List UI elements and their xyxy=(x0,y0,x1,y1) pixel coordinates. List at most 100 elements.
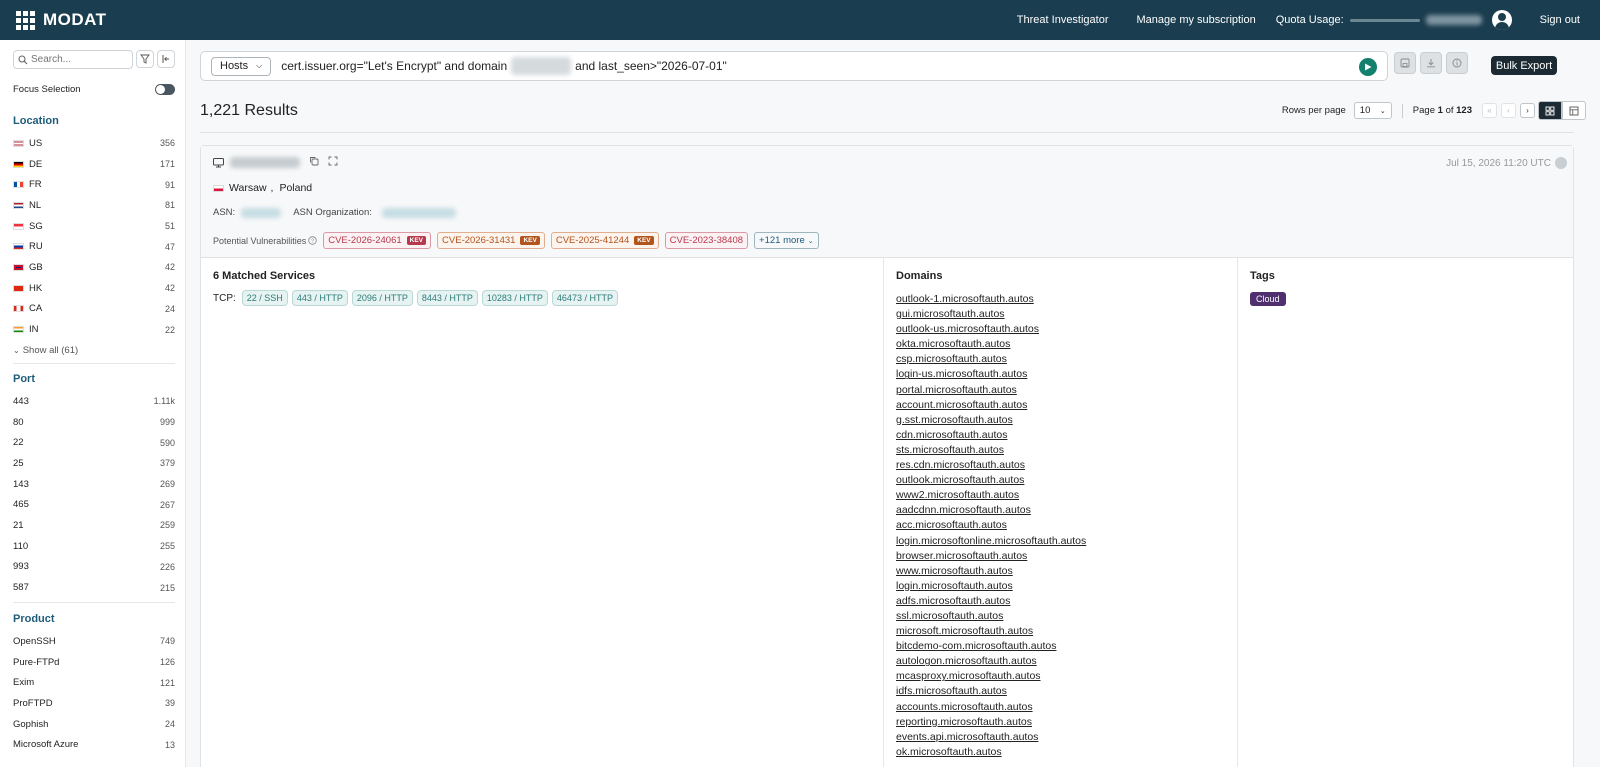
service-badge[interactable]: 10283 / HTTP xyxy=(481,290,548,306)
domain-link[interactable]: cdn.microsoftauth.autos xyxy=(896,428,1086,443)
prev-page-button[interactable]: ‹ xyxy=(1501,103,1516,118)
domain-link[interactable]: ok.microsoftauth.autos xyxy=(896,745,1086,760)
port-item[interactable]: 443 1.11k xyxy=(13,391,175,412)
domain-link[interactable]: res.cdn.microsoftauth.autos xyxy=(896,458,1086,473)
domain-link[interactable]: mcasproxy.microsoftauth.autos xyxy=(896,669,1086,684)
info-button[interactable] xyxy=(1446,52,1468,74)
domain-link[interactable]: www.microsoftauth.autos xyxy=(896,564,1086,579)
more-vulnerabilities-button[interactable]: +121 more ⌄ xyxy=(754,232,819,249)
run-query-button[interactable] xyxy=(1359,58,1377,76)
save-query-button[interactable] xyxy=(1394,52,1416,74)
port-item[interactable]: 110 255 xyxy=(13,536,175,557)
domain-link[interactable]: outlook-1.microsoftauth.autos xyxy=(896,292,1086,307)
product-item[interactable]: OpenSSH 749 xyxy=(13,631,175,652)
service-badge[interactable]: 443 / HTTP xyxy=(291,290,348,306)
bulk-export-button[interactable]: Bulk Export xyxy=(1491,56,1557,75)
domain-link[interactable]: login.microsoftonline.microsoftauth.auto… xyxy=(896,534,1086,549)
table-view-button[interactable] xyxy=(1562,101,1586,120)
sidebar-search-input[interactable] xyxy=(31,54,131,65)
location-item-gb[interactable]: GB 42 xyxy=(13,257,175,278)
nav-manage-subscription[interactable]: Manage my subscription xyxy=(1137,14,1256,26)
domain-link[interactable]: portal.microsoftauth.autos xyxy=(896,383,1086,398)
domain-link[interactable]: g.sst.microsoftauth.autos xyxy=(896,413,1086,428)
service-badge[interactable]: 46473 / HTTP xyxy=(551,290,618,306)
sign-out-link[interactable]: Sign out xyxy=(1540,14,1580,26)
tag-badge[interactable]: Cloud xyxy=(1250,292,1286,306)
focus-selection-toggle[interactable] xyxy=(155,84,175,95)
service-badge[interactable]: 8443 / HTTP xyxy=(416,290,478,306)
domain-link[interactable]: gui.microsoftauth.autos xyxy=(896,307,1086,322)
port-item[interactable]: 465 267 xyxy=(13,494,175,515)
eye-icon[interactable] xyxy=(1555,157,1567,169)
query-input[interactable]: cert.issuer.org="Let's Encrypt" and doma… xyxy=(281,57,727,75)
domain-link[interactable]: ssl.microsoftauth.autos xyxy=(896,609,1086,624)
product-item[interactable]: Pure-FTPd 126 xyxy=(13,652,175,673)
help-icon[interactable]: ? xyxy=(308,236,317,245)
domain-link[interactable]: reporting.microsoftauth.autos xyxy=(896,715,1086,730)
host-result-card: Jul 15, 2026 11:20 UTC Warsaw , Poland A… xyxy=(200,145,1574,767)
port-item[interactable]: 22 590 xyxy=(13,432,175,453)
location-item-us[interactable]: US 356 xyxy=(13,133,175,154)
domain-link[interactable]: outlook-us.microsoftauth.autos xyxy=(896,322,1086,337)
product-item[interactable]: ProFTPD 39 xyxy=(13,693,175,714)
domain-link[interactable]: acc.microsoftauth.autos xyxy=(896,518,1086,533)
location-item-hk[interactable]: HK 42 xyxy=(13,278,175,299)
port-item[interactable]: 25 379 xyxy=(13,453,175,474)
port-item[interactable]: 993 226 xyxy=(13,557,175,578)
service-badge[interactable]: 2096 / HTTP xyxy=(351,290,413,306)
nav-threat-investigator[interactable]: Threat Investigator xyxy=(1017,14,1109,26)
domain-link[interactable]: account.microsoftauth.autos xyxy=(896,398,1086,413)
domain-link[interactable]: aadcdnn.microsoftauth.autos xyxy=(896,503,1086,518)
port-item[interactable]: 587 215 xyxy=(13,577,175,598)
domain-link[interactable]: autologon.microsoftauth.autos xyxy=(896,654,1086,669)
location-item-sg[interactable]: SG 51 xyxy=(13,216,175,237)
location-show-all[interactable]: ⌄ Show all (61) xyxy=(13,340,175,361)
logo[interactable]: MODAT xyxy=(16,10,107,30)
location-item-ca[interactable]: CA 24 xyxy=(13,299,175,320)
rows-per-page-select[interactable]: 10 ⌄ xyxy=(1353,102,1392,119)
domain-link[interactable]: okta.microsoftauth.autos xyxy=(896,337,1086,352)
port-item[interactable]: 143 269 xyxy=(13,474,175,495)
cve-badge[interactable]: CVE-2026-24061 KEV xyxy=(323,232,432,249)
domain-link[interactable]: login-us.microsoftauth.autos xyxy=(896,367,1086,382)
download-button[interactable] xyxy=(1420,52,1442,74)
domain-link[interactable]: accounts.microsoftauth.autos xyxy=(896,700,1086,715)
asn-value-redacted[interactable] xyxy=(241,207,282,218)
domain-link[interactable]: microsoft.microsoftauth.autos xyxy=(896,624,1086,639)
port-item[interactable]: 80 999 xyxy=(13,412,175,433)
location-item-nl[interactable]: NL 81 xyxy=(13,195,175,216)
domain-link[interactable]: bitcdemo-com.microsoftauth.autos xyxy=(896,639,1086,654)
location-item-fr[interactable]: FR 91 xyxy=(13,174,175,195)
user-avatar-icon[interactable] xyxy=(1491,10,1512,30)
product-item[interactable]: Exim 121 xyxy=(13,672,175,693)
service-badge[interactable]: 22 / SSH xyxy=(241,290,288,306)
location-item-de[interactable]: DE 171 xyxy=(13,154,175,175)
domain-link[interactable]: csp.microsoftauth.autos xyxy=(896,352,1086,367)
next-page-button[interactable]: › xyxy=(1520,103,1535,118)
domain-link[interactable]: sts.microsoftauth.autos xyxy=(896,443,1086,458)
location-item-in[interactable]: IN 22 xyxy=(13,319,175,340)
domain-link[interactable]: outlook.microsoftauth.autos xyxy=(896,473,1086,488)
copy-icon[interactable] xyxy=(309,156,319,169)
grid-view-button[interactable] xyxy=(1538,101,1562,120)
filter-icon[interactable] xyxy=(136,50,154,68)
domain-link[interactable]: www2.microsoftauth.autos xyxy=(896,488,1086,503)
product-item[interactable]: Microsoft Azure 13 xyxy=(13,734,175,755)
expand-icon[interactable] xyxy=(328,156,338,169)
port-item[interactable]: 21 259 xyxy=(13,515,175,536)
asn-org-value-redacted[interactable] xyxy=(381,207,456,218)
domain-link[interactable]: events.api.microsoftauth.autos xyxy=(896,730,1086,745)
product-item[interactable]: Gophish 24 xyxy=(13,714,175,735)
location-item-ru[interactable]: RU 47 xyxy=(13,236,175,257)
host-ip-redacted[interactable] xyxy=(230,157,300,168)
domain-link[interactable]: login.microsoftauth.autos xyxy=(896,579,1086,594)
cve-badge[interactable]: CVE-2026-31431 KEV xyxy=(437,232,545,249)
domain-link[interactable]: browser.microsoftauth.autos xyxy=(896,549,1086,564)
collapse-sidebar-icon[interactable] xyxy=(157,50,175,68)
cve-badge[interactable]: CVE-2025-41244 KEV xyxy=(550,232,659,249)
search-type-select[interactable]: Hosts ⌵ xyxy=(211,56,272,76)
domain-link[interactable]: adfs.microsoftauth.autos xyxy=(896,594,1086,609)
domain-link[interactable]: idfs.microsoftauth.autos xyxy=(896,684,1086,699)
first-page-button[interactable]: « xyxy=(1482,103,1497,118)
cve-badge[interactable]: CVE-2023-38408 xyxy=(664,232,749,249)
